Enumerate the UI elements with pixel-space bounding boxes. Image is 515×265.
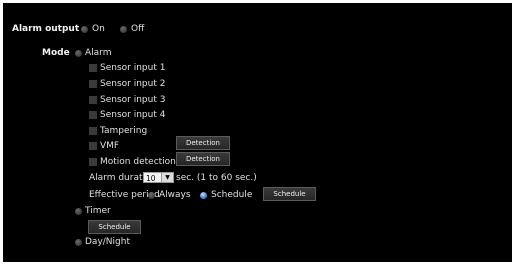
vmf-label: VMF [100,141,120,151]
tampering-label: Tampering [100,126,148,136]
sensor-input-2-label: Sensor input 2 [100,79,166,89]
mode-label: Mode [42,48,70,58]
sensor-input-2-checkbox[interactable] [89,80,97,88]
sensor-input-4-checkbox[interactable] [89,111,97,119]
alarm-output-label: Alarm output [12,24,80,34]
mode-timer-label: Timer [85,206,111,216]
alarm-output-on-radio[interactable] [81,26,88,33]
alarm-output-on-label: On [92,24,105,34]
alarm-output-off-label: Off [131,24,145,34]
alarm-duration-select[interactable]: 10 ▼ [143,172,174,183]
effective-period-schedule-radio[interactable] [200,192,207,199]
sensor-input-1-checkbox[interactable] [89,64,97,72]
sensor-input-1-label: Sensor input 1 [100,63,166,73]
effective-period-always-label: Always [159,190,191,200]
sensor-input-3-checkbox[interactable] [89,96,97,104]
alarm-output-panel: Alarm output On Off Mode Alarm Sensor in… [3,3,512,262]
vmf-checkbox[interactable] [89,142,97,150]
mode-alarm-radio[interactable] [75,50,82,57]
mode-alarm-label: Alarm [85,48,112,58]
motion-detection-checkbox[interactable] [89,158,97,166]
sensor-input-4-label: Sensor input 4 [100,110,166,120]
mode-daynight-label: Day/Night [85,237,130,247]
mode-daynight-radio[interactable] [75,239,82,246]
effective-period-schedule-button[interactable]: Schedule [263,187,316,201]
motion-detection-button[interactable]: Detection [176,152,230,166]
alarm-output-off-radio[interactable] [120,26,127,33]
alarm-duration-unit: sec. (1 to 60 sec.) [176,173,257,183]
tampering-checkbox[interactable] [89,127,97,135]
mode-timer-radio[interactable] [75,208,82,215]
timer-schedule-button[interactable]: Schedule [88,220,141,234]
effective-period-always-radio[interactable] [148,192,155,199]
vmf-detection-button[interactable]: Detection [176,136,230,150]
chevron-down-icon: ▼ [161,173,173,182]
sensor-input-3-label: Sensor input 3 [100,95,166,105]
motion-detection-label: Motion detection [100,157,176,167]
alarm-duration-value: 10 [146,174,156,183]
effective-period-schedule-label: Schedule [211,190,253,200]
